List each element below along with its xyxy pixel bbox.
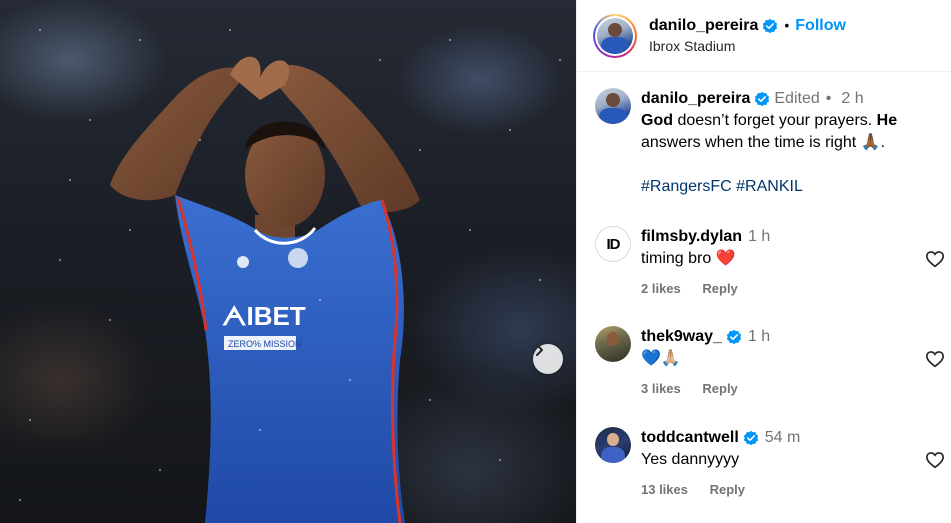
post-media: ᗅIBET ZERO% MISSION (0, 0, 576, 523)
author-avatar (597, 17, 633, 54)
comment-emoji: 💙🙏🏼 (641, 350, 681, 367)
like-comment-button[interactable] (925, 451, 945, 474)
verified-badge-icon (754, 91, 770, 107)
caption-time[interactable]: 2 h (841, 88, 863, 110)
comment-item: thek9way_ 1 h 💙🙏🏼 3 likes Reply (595, 326, 945, 400)
comment-username[interactable]: toddcantwell (641, 427, 739, 449)
comment-avatar[interactable]: ID (595, 226, 631, 262)
post-details-panel: danilo_pereira • Follow Ibrox Stadium da… (576, 0, 951, 523)
comment-likes[interactable]: 2 likes (641, 281, 681, 296)
player-photo: ᗅIBET ZERO% MISSION (19, 29, 561, 523)
heart-outline-icon (925, 251, 945, 268)
follow-button[interactable]: Follow (795, 16, 846, 35)
author-username[interactable]: danilo_pereira (649, 16, 758, 35)
post-caption: danilo_pereira Edited • 2 h God doesn’t … (595, 88, 945, 198)
caption-avatar[interactable] (595, 88, 631, 124)
like-comment-button[interactable] (925, 250, 945, 273)
reply-button[interactable]: Reply (710, 482, 745, 497)
comment-avatar[interactable] (595, 427, 631, 463)
verified-badge-icon (726, 329, 742, 345)
comment-text: Yes dannyyyy (641, 451, 740, 468)
verified-badge-icon (762, 18, 778, 34)
reply-button[interactable]: Reply (702, 381, 737, 396)
comment-likes[interactable]: 3 likes (641, 381, 681, 396)
chevron-right-icon (536, 344, 543, 356)
separator-dot: • (825, 90, 832, 107)
comment-username[interactable]: thek9way_ (641, 326, 722, 348)
caption-username[interactable]: danilo_pereira (641, 88, 750, 110)
caption-text-end: . (880, 134, 886, 151)
comment-time[interactable]: 54 m (765, 427, 801, 449)
caption-text-1: doesn’t forget your prayers. (673, 112, 877, 129)
separator-dot: • (784, 17, 790, 34)
post-location[interactable]: Ibrox Stadium (649, 38, 846, 55)
heart-outline-icon (925, 452, 945, 469)
caption-text: God doesn’t forget your prayers. He answ… (641, 110, 941, 154)
caption-word-he: He (876, 112, 898, 129)
comment-likes[interactable]: 13 likes (641, 482, 688, 497)
comment-time[interactable]: 1 h (748, 326, 770, 348)
pray-emoji: 🙏🏾 (860, 134, 881, 151)
heart-outline-icon (925, 351, 945, 368)
verified-badge-icon (743, 430, 759, 446)
shirt-strip: ZERO% MISSION (228, 339, 302, 349)
comment-avatar[interactable] (595, 326, 631, 362)
heart-emoji: ❤️ (715, 250, 736, 267)
comment-username[interactable]: filmsby.dylan (641, 226, 742, 248)
comment-text: timing bro (641, 250, 712, 267)
edited-label: Edited (774, 90, 820, 107)
comment-item: toddcantwell 54 m Yes dannyyyy 13 likes … (595, 427, 945, 501)
comment-avatar-logo: ID (606, 235, 621, 253)
next-media-button[interactable] (533, 344, 563, 374)
post-header: danilo_pereira • Follow Ibrox Stadium (577, 0, 951, 72)
author-avatar-story-ring[interactable] (593, 13, 637, 58)
shirt-sponsor: ᗅIBET (222, 301, 306, 331)
like-comment-button[interactable] (925, 350, 945, 373)
comment-time[interactable]: 1 h (748, 226, 770, 248)
caption-text-2: answers when the time is right (641, 134, 861, 151)
reply-button[interactable]: Reply (702, 281, 737, 296)
comment-item: ID filmsby.dylan 1 h timing bro ❤️ 2 lik… (595, 226, 945, 300)
caption-hashtags[interactable]: #RangersFC #RANKIL (641, 176, 941, 198)
caption-word-god: God (641, 112, 673, 129)
